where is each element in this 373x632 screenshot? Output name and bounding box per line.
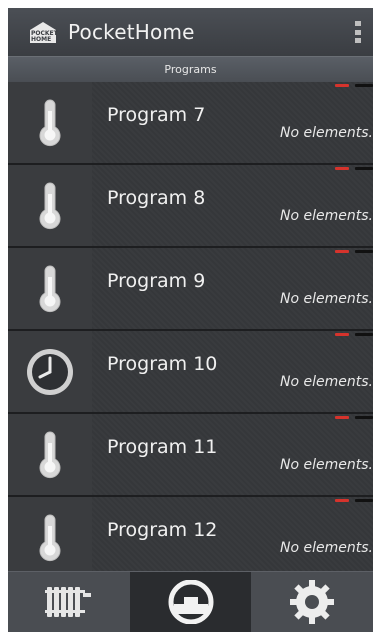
status-led (335, 499, 373, 503)
radiator-icon (44, 587, 91, 617)
thermometer-icon (39, 99, 61, 146)
program-status: No elements. (280, 374, 373, 390)
program-status: No elements. (280, 457, 373, 473)
program-name: Program 7 (107, 104, 206, 126)
program-status: No elements. (280, 208, 373, 224)
gear-icon (290, 580, 335, 624)
program-name: Program 9 (107, 270, 206, 292)
program-icon-box (8, 165, 92, 246)
menu-dot-icon (355, 38, 361, 43)
bottom-tab-bar (8, 571, 373, 632)
program-icon-box (8, 414, 92, 495)
program-name: Program 8 (107, 187, 206, 209)
program-item[interactable]: Program 10 No elements. (8, 331, 373, 414)
section-header: Programs (8, 56, 373, 82)
menu-dot-icon (355, 21, 361, 26)
thermometer-icon (39, 265, 61, 312)
program-icon-box (8, 497, 92, 578)
thermometer-icon (39, 182, 61, 229)
app-frame: POCKET HOME PocketHome Programs Program … (8, 8, 373, 632)
program-name: Program 12 (107, 519, 218, 541)
status-led (335, 167, 373, 171)
thermometer-icon (39, 431, 61, 478)
menu-dot-icon (355, 29, 361, 35)
status-led (335, 333, 373, 337)
gauge-icon (168, 580, 213, 624)
program-item[interactable]: Program 8 No elements. (8, 165, 373, 248)
program-item[interactable]: Program 7 No elements. (8, 82, 373, 165)
program-item[interactable]: Program 12 No elements. (8, 497, 373, 580)
app-bar: POCKET HOME PocketHome (8, 8, 373, 56)
tab-radiators[interactable] (8, 571, 130, 632)
overflow-menu-button[interactable] (355, 21, 361, 43)
program-name: Program 10 (107, 353, 218, 375)
program-status: No elements. (280, 291, 373, 307)
clock-icon (27, 348, 73, 395)
app-title: PocketHome (68, 20, 195, 44)
program-item[interactable]: Program 9 No elements. (8, 248, 373, 331)
program-name: Program 11 (107, 436, 218, 458)
program-icon-box (8, 331, 92, 412)
status-led (335, 84, 373, 88)
thermometer-icon (39, 514, 61, 561)
program-status: No elements. (280, 125, 373, 141)
status-led (335, 416, 373, 420)
program-icon-box (8, 82, 92, 163)
program-status: No elements. (280, 540, 373, 556)
program-item[interactable]: Program 11 No elements. (8, 414, 373, 497)
tab-programs[interactable] (129, 571, 252, 632)
program-icon-box (8, 248, 92, 329)
tab-settings[interactable] (251, 571, 373, 632)
status-led (335, 250, 373, 254)
pockethome-logo: POCKET HOME (28, 20, 58, 44)
